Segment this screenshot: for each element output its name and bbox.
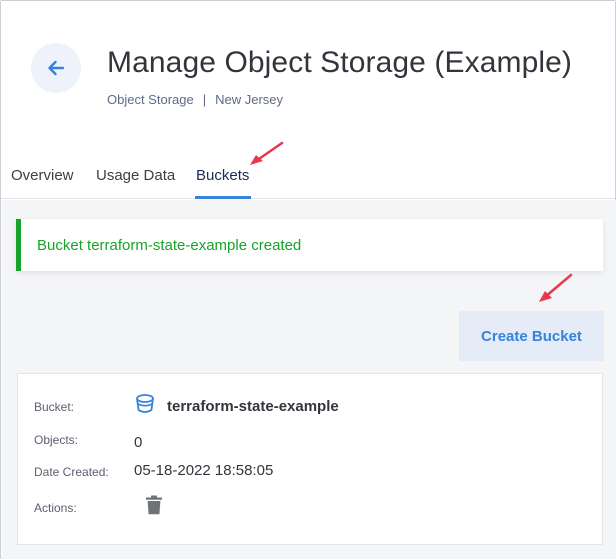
tab-bar: Overview Usage Data Buckets (1, 151, 615, 199)
actions-label: Actions: (34, 501, 77, 515)
breadcrumb-separator: | (202, 92, 207, 107)
objects-label: Objects: (34, 433, 79, 447)
page-header: Manage Object Storage (Example) Object S… (1, 1, 615, 151)
success-notice: Bucket terraform-state-example created (16, 219, 603, 271)
bucket-icon (136, 394, 154, 413)
breadcrumb-region: New Jersey (215, 92, 284, 107)
tab-usage-data[interactable]: Usage Data (96, 167, 175, 184)
tab-overview[interactable]: Overview (11, 167, 74, 184)
date-created-value: 05-18-2022 18:58:05 (134, 462, 274, 479)
bucket-name[interactable]: terraform-state-example (167, 398, 339, 415)
annotation-arrow-create (539, 273, 573, 302)
tab-buckets[interactable]: Buckets (196, 167, 249, 184)
breadcrumb-service[interactable]: Object Storage (107, 92, 194, 107)
create-bucket-button[interactable]: Create Bucket (459, 311, 604, 361)
objects-count: 0 (134, 434, 143, 451)
annotation-arrow-tabs (250, 141, 284, 165)
active-tab-indicator (195, 196, 251, 199)
page-title: Manage Object Storage (Example) (107, 46, 572, 79)
breadcrumb: Object Storage | New Jersey (107, 92, 283, 107)
date-created-label: Date Created: (34, 465, 109, 479)
trash-icon[interactable] (145, 495, 163, 515)
buckets-panel: Bucket terraform-state-example created C… (2, 200, 616, 559)
back-button[interactable] (31, 43, 81, 93)
app-window: Manage Object Storage (Example) Object S… (0, 0, 616, 559)
notice-text: Bucket terraform-state-example created (37, 236, 302, 254)
arrow-left-icon (48, 60, 65, 76)
bucket-card: Bucket: terraform-state-example Objects:… (17, 373, 603, 545)
bucket-label: Bucket: (34, 400, 75, 414)
